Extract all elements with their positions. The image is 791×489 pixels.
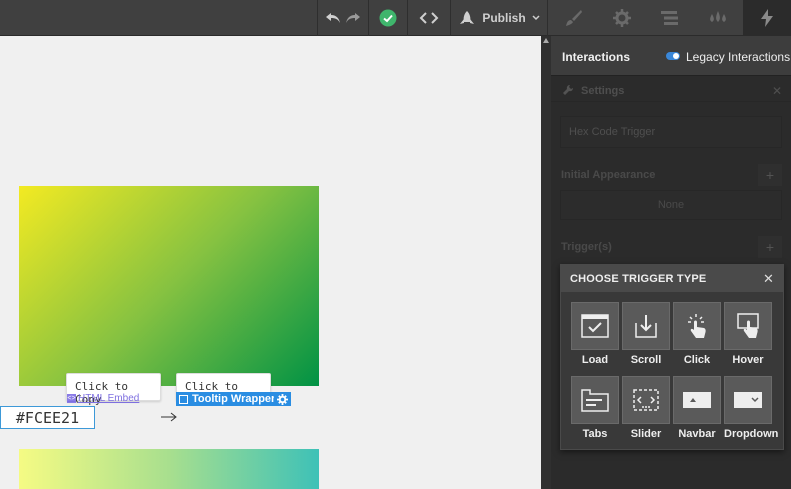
element-settings-button[interactable] — [274, 392, 291, 406]
canvas-scrollbar[interactable] — [541, 36, 551, 489]
status-button[interactable] — [369, 0, 407, 36]
trigger-click[interactable]: Click — [673, 302, 721, 366]
publish-button[interactable]: Publish — [451, 0, 547, 36]
code-button[interactable] — [408, 0, 450, 36]
load-icon — [571, 302, 619, 350]
style-tab[interactable] — [550, 0, 598, 36]
choose-trigger-popup: CHOOSE TRIGGER TYPE ✕ Load Scroll Click … — [560, 264, 784, 450]
settings-tab[interactable] — [598, 0, 646, 36]
slider-icon — [622, 376, 670, 424]
code-icon — [419, 11, 439, 25]
trigger-hover[interactable]: Hover — [724, 302, 772, 366]
publish-label: Publish — [482, 11, 526, 25]
trigger-label: Click — [683, 354, 711, 366]
check-circle-icon — [379, 9, 397, 27]
arrow-icon — [161, 411, 177, 423]
trigger-load[interactable]: Load — [571, 302, 619, 366]
popup-title: CHOOSE TRIGGER TYPE — [570, 273, 707, 285]
lightning-icon — [760, 9, 774, 27]
interactions-tab[interactable] — [743, 0, 791, 36]
trigger-scroll[interactable]: Scroll — [622, 302, 670, 366]
popup-header: CHOOSE TRIGGER TYPE ✕ — [561, 265, 783, 292]
hex-code-box[interactable]: #FCEE21 — [0, 406, 95, 429]
settings-label: Settings — [581, 85, 625, 97]
click-icon — [673, 302, 721, 350]
wrench-icon — [562, 84, 574, 99]
rocket-icon — [458, 10, 476, 26]
trigger-label: Scroll — [630, 354, 662, 366]
gradient-swatch[interactable] — [19, 186, 319, 386]
undo-redo-group — [318, 0, 368, 36]
redo-icon[interactable] — [345, 12, 361, 24]
trigger-name-field[interactable]: Hex Code Trigger — [560, 116, 782, 148]
scroll-icon — [622, 302, 670, 350]
design-canvas[interactable]: Click to Copy Click to Copy <> HTML Embe… — [0, 36, 541, 489]
add-initial-appearance-button[interactable]: + — [758, 164, 782, 186]
triggers-label: Trigger(s) — [561, 241, 612, 253]
legacy-interactions-label: Legacy Interactions — [686, 50, 791, 64]
trigger-dropdown[interactable]: Dropdown — [724, 376, 779, 440]
navigator-icon — [661, 10, 679, 26]
dropdown-icon — [724, 376, 772, 424]
selected-element-name: Tooltip Wrapper — [192, 393, 276, 405]
html-embed-label[interactable]: <> HTML Embed — [67, 393, 139, 404]
trigger-label: Slider — [630, 428, 662, 440]
close-icon[interactable]: ✕ — [772, 84, 782, 98]
swatches-tab[interactable] — [694, 0, 742, 36]
element-square-icon — [179, 394, 188, 404]
tabs-icon — [571, 376, 619, 424]
trigger-label: Load — [581, 354, 609, 366]
drops-icon — [707, 10, 729, 26]
initial-appearance-label: Initial Appearance — [561, 169, 656, 181]
panel-title: Interactions — [562, 50, 631, 64]
close-icon[interactable]: ✕ — [763, 271, 774, 287]
navbar-icon — [673, 376, 721, 424]
gradient-swatch[interactable] — [19, 449, 319, 489]
toolbar-divider — [547, 0, 548, 36]
settings-row: Settings ✕ — [551, 80, 791, 102]
html-embed-text: HTML Embed — [78, 393, 140, 404]
add-trigger-button[interactable]: + — [758, 236, 782, 258]
brush-icon — [565, 9, 583, 27]
legacy-toggle[interactable] — [666, 52, 680, 60]
trigger-label: Tabs — [582, 428, 608, 440]
hover-icon — [724, 302, 772, 350]
undo-icon[interactable] — [325, 12, 341, 24]
trigger-label: Dropdown — [724, 428, 779, 440]
embed-icon: <> — [67, 394, 76, 403]
trigger-label: Navbar — [678, 428, 716, 440]
trigger-tabs[interactable]: Tabs — [571, 376, 619, 440]
selected-element-label[interactable]: Tooltip Wrapper — [176, 392, 280, 406]
trigger-slider[interactable]: Slider — [622, 376, 670, 440]
gear-icon — [277, 393, 288, 405]
navigator-tab[interactable] — [646, 0, 694, 36]
top-toolbar: Publish — [0, 0, 791, 36]
panel-header: Interactions Legacy Interactions — [551, 36, 791, 76]
chevron-down-icon — [532, 15, 540, 21]
gear-icon — [613, 9, 631, 27]
trigger-navbar[interactable]: Navbar — [673, 376, 721, 440]
scroll-up-arrow[interactable] — [543, 38, 549, 43]
initial-appearance-value: None — [560, 190, 782, 220]
trigger-label: Hover — [732, 354, 764, 366]
